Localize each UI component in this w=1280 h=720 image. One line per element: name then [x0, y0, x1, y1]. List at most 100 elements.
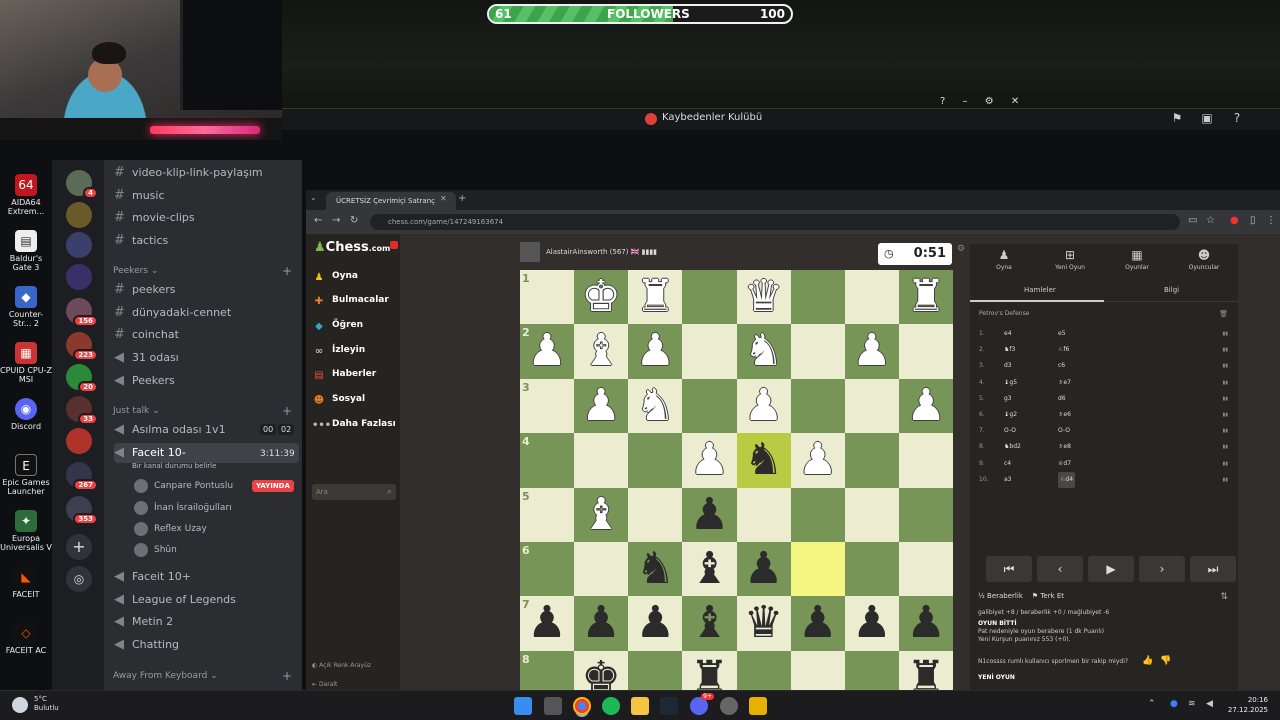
board-square[interactable]	[574, 542, 629, 597]
black-pawn-piece[interactable]: ♟	[574, 596, 628, 650]
board-square[interactable]	[682, 324, 737, 379]
white-move[interactable]: a3	[1004, 472, 1012, 488]
board-square[interactable]	[790, 378, 845, 434]
white-knight-piece[interactable]: ♞	[628, 379, 682, 433]
white-move[interactable]: ♞bd2	[1004, 439, 1021, 455]
prev-move-button[interactable]: ‹	[1037, 556, 1083, 582]
screen-icon[interactable]: ▣	[1200, 111, 1214, 125]
white-pawn-piece[interactable]: ♟	[791, 433, 845, 487]
clock[interactable]: 20:16 27.12.2025	[1228, 695, 1268, 715]
voice-faceit-10-plus[interactable]: ◀ Faceit 10+	[114, 567, 299, 587]
close-icon[interactable]: ✕	[1011, 96, 1019, 107]
mic-icon[interactable]: ●	[1170, 699, 1178, 709]
add-server-icon[interactable]: +	[66, 534, 92, 560]
board-square[interactable]	[844, 542, 900, 597]
help-circle-icon[interactable]: ?	[1230, 111, 1244, 125]
trash-icon[interactable]: 🗑	[1219, 310, 1228, 318]
minimize-icon[interactable]: –	[963, 96, 968, 107]
white-move[interactable]: ♝g2	[1004, 407, 1017, 423]
desktop-icon-faceit-ac[interactable]: ◇ FACEIT AC	[0, 622, 52, 655]
black-move[interactable]: ♗e8	[1058, 439, 1071, 455]
chess-search-input[interactable]: Ara ⌕	[312, 484, 396, 500]
nav-social[interactable]: ☻ Sosyal	[312, 391, 398, 407]
channel-music[interactable]: # music	[114, 186, 299, 206]
board-square[interactable]	[899, 433, 954, 488]
chrome-icon[interactable]	[573, 697, 591, 715]
forward-icon[interactable]: →	[332, 215, 340, 226]
steam-icon[interactable]	[660, 697, 678, 715]
light-ui-toggle[interactable]: ◐ Açık Renk Arayüz	[312, 662, 371, 669]
desktop-icon-aida64[interactable]: 64 AIDA64 Extrem...	[0, 174, 52, 216]
white-bishop-piece[interactable]: ♝	[574, 324, 628, 378]
last-move-button[interactable]: ⏭	[1190, 556, 1236, 582]
white-queen-piece[interactable]: ♛	[737, 270, 791, 324]
black-pawn-piece[interactable]: ♟	[845, 596, 899, 650]
board-square[interactable]	[844, 433, 900, 488]
desktop-icon-counter-strike[interactable]: ◆ Counter-Str... 2	[0, 286, 52, 328]
thumbs-down-icon[interactable]: 👎	[1160, 656, 1171, 666]
channel-tactics[interactable]: # tactics	[114, 231, 299, 251]
board-square[interactable]: 5	[520, 487, 575, 542]
black-move[interactable]: ♗e7	[1058, 375, 1071, 391]
category-just-talk[interactable]: Just talk ⌄	[113, 406, 160, 416]
next-move-button[interactable]: ›	[1139, 556, 1185, 582]
white-rook-piece[interactable]: ♜	[899, 270, 953, 324]
black-pawn-piece[interactable]: ♟	[520, 596, 574, 650]
voice-31-odasi[interactable]: ◀ 31 odası	[114, 348, 299, 368]
black-queen-piece[interactable]: ♛	[737, 596, 791, 650]
white-move[interactable]: c4	[1004, 456, 1011, 472]
server-icon[interactable]	[66, 264, 92, 290]
tab-list-icon[interactable]: ⌄	[310, 193, 317, 202]
add-channel-icon[interactable]: +	[282, 404, 292, 418]
board-square[interactable]: 1	[520, 270, 575, 325]
nav-puzzles[interactable]: ✚ Bulmacalar	[312, 292, 398, 308]
browser-tab[interactable]: ÜCRETSİZ Çevrimiçi Satranç	[326, 192, 456, 210]
board-square[interactable]	[790, 324, 845, 379]
white-move[interactable]: g3	[1004, 391, 1012, 407]
first-move-button[interactable]: ⏮	[986, 556, 1032, 582]
white-move[interactable]: ♝g5	[1004, 375, 1017, 391]
tab-new-game[interactable]: ⊞ Yeni Oyun	[1040, 248, 1100, 271]
sidebar-icon[interactable]: ▯	[1250, 215, 1256, 226]
voice-user[interactable]: Shûn	[134, 542, 177, 558]
white-pawn-piece[interactable]: ♟	[682, 433, 736, 487]
desktop-icon-epic-games[interactable]: E Epic Games Launcher	[0, 454, 52, 496]
chess-board[interactable]: 1 ♚ ♜ ♛ ♜ 2 ♟ ♝ ♟ ♞ ♟ 3 ♟ ♞ ♟ ♟ 4 ♟ ♞ ♟ 5 ♝ ♟ 6 ♞ ♝ ♟ 7 ♟ ♟ ♟ ♝ ♛ ♟ ♟ ♟ 8 ♚ ♜ ♜	[520, 270, 954, 706]
board-square[interactable]	[844, 270, 900, 325]
tab-moves[interactable]: Hamleler	[1024, 286, 1056, 294]
white-knight-piece[interactable]: ♞	[737, 324, 791, 378]
board-square[interactable]	[899, 542, 954, 597]
nav-learn[interactable]: ◆ Öğren	[312, 317, 398, 333]
black-move[interactable]: O-O	[1058, 423, 1070, 439]
nav-more[interactable]: •••Daha Fazlası	[312, 416, 398, 432]
voice-user[interactable]: Canpare Pontuslu	[134, 478, 233, 494]
extension-icon[interactable]: ●	[1230, 215, 1239, 226]
draw-button[interactable]: ½ Beraberlik	[978, 592, 1023, 600]
desktop-icon-baldurs-gate[interactable]: ▤ Baldur's Gate 3	[0, 230, 52, 272]
black-move[interactable]: c6	[1058, 358, 1065, 374]
nav-play[interactable]: ♟ Oyna	[312, 268, 398, 284]
server-icon[interactable]	[66, 202, 92, 228]
server-icon[interactable]: 20	[66, 364, 98, 393]
white-pawn-piece[interactable]: ♟	[899, 379, 953, 433]
server-icon[interactable]: 223	[66, 332, 98, 361]
settings-gear-icon[interactable]: ⚙	[957, 244, 965, 254]
thumbs-up-icon[interactable]: 👍	[1142, 656, 1153, 666]
tab-info[interactable]: Bilgi	[1164, 286, 1179, 294]
server-icon[interactable]: 353	[66, 496, 98, 525]
opponent-info[interactable]: AlastairAinsworth (567) 🇬🇧 ▮▮▮▮	[520, 242, 820, 264]
black-move[interactable]: e5	[1058, 326, 1066, 342]
black-knight-piece[interactable]: ♞	[628, 542, 682, 596]
channel-movie-clips[interactable]: # movie-clips	[114, 208, 299, 228]
black-bishop-piece[interactable]: ♝	[682, 542, 736, 596]
tab-play[interactable]: ♟ Oyna	[974, 248, 1034, 271]
nav-news[interactable]: ▤ Haberler	[312, 366, 398, 382]
bookmark-star-icon[interactable]: ☆	[1206, 215, 1215, 226]
board-square[interactable]	[899, 487, 954, 542]
flag-icon[interactable]: ⚑	[1170, 111, 1184, 125]
black-move[interactable]: ♕d7	[1058, 456, 1071, 472]
wifi-icon[interactable]: ≋	[1188, 699, 1196, 709]
category-afk[interactable]: Away From Keyboard ⌄	[113, 671, 218, 681]
channel-dunyadaki-cennet[interactable]: # dünyadaki-cennet	[114, 303, 299, 323]
black-pawn-piece[interactable]: ♟	[899, 596, 953, 650]
